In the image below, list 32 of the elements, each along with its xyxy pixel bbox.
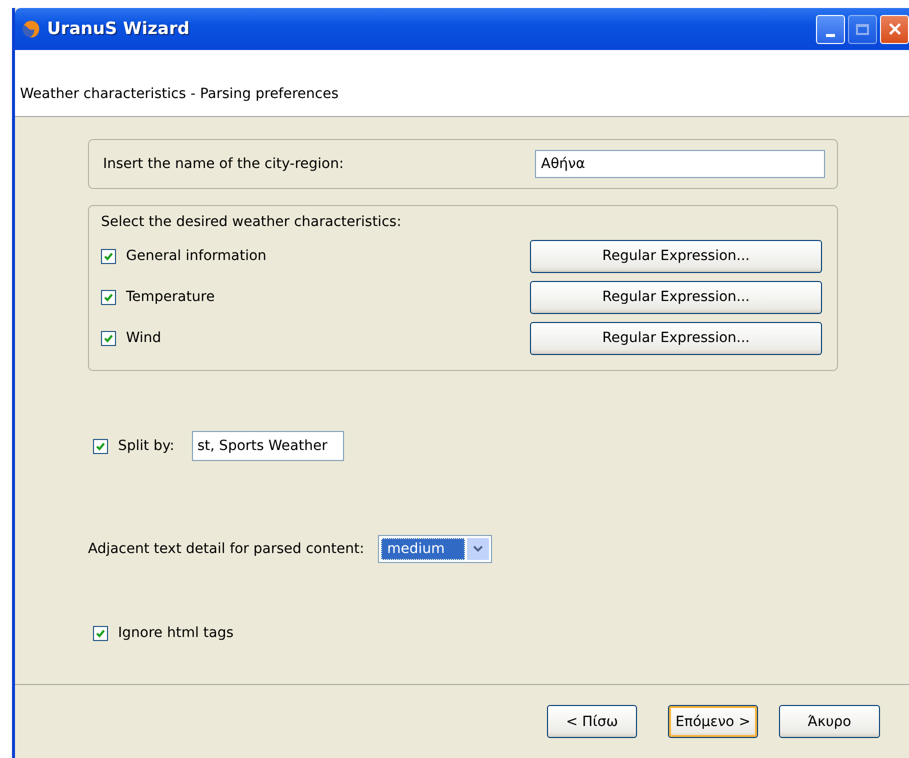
checkbox[interactable] xyxy=(101,330,116,346)
chevron-down-icon xyxy=(467,538,490,560)
wizard-button[interactable]: Άκυρο xyxy=(779,705,880,738)
checkbox-label: Wind xyxy=(126,330,162,346)
minimize-icon xyxy=(826,34,835,36)
field-label: Insert the name of the city-region: xyxy=(103,156,344,172)
checkbox-label: General information xyxy=(126,248,266,264)
close-button[interactable] xyxy=(880,14,909,44)
globe-icon xyxy=(21,19,41,39)
checkbox-label: Temperature xyxy=(126,289,215,305)
regex-button[interactable]: Regular Expression... xyxy=(530,280,822,314)
page-heading: Weather characteristics - Parsing preferences xyxy=(20,86,339,102)
checkbox-label: Split by: xyxy=(118,438,174,454)
close-icon xyxy=(888,22,902,36)
regex-button[interactable]: Regular Expression... xyxy=(530,240,822,272)
regex-button[interactable]: Regular Expression... xyxy=(530,322,822,354)
checkbox[interactable] xyxy=(101,248,116,264)
maximize-button[interactable] xyxy=(848,14,877,44)
checkbox[interactable] xyxy=(101,290,116,304)
text-field[interactable]: st, Sports Weather xyxy=(192,431,344,461)
checkbox-label: Ignore html tags xyxy=(118,625,234,641)
window-title: UranuS Wizard xyxy=(47,19,190,39)
group-label: Select the desired weather characteristics: xyxy=(101,214,402,230)
minimize-button[interactable] xyxy=(816,14,845,44)
checkbox[interactable] xyxy=(93,626,108,640)
maximize-icon xyxy=(856,24,869,34)
text-field[interactable]: Αθήνα xyxy=(535,150,825,178)
wizard-button[interactable]: Επόμενο > xyxy=(668,705,758,738)
field-label: Adjacent text detail for parsed content: xyxy=(88,541,364,557)
dropdown[interactable]: medium xyxy=(378,535,492,563)
wizard-button[interactable]: < Πίσω xyxy=(547,705,637,738)
checkbox[interactable] xyxy=(93,438,108,454)
